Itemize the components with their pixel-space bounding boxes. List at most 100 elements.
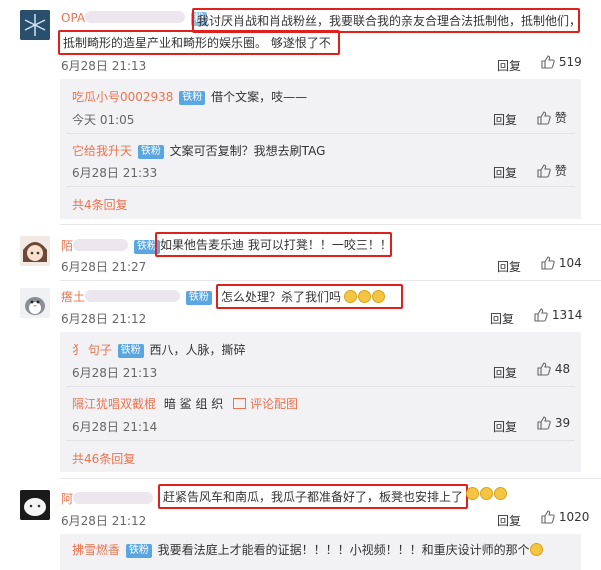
divider: [66, 440, 575, 441]
divider: [60, 280, 601, 281]
like-count: 39: [554, 416, 571, 430]
more-replies-link[interactable]: 共4条回复: [72, 196, 128, 213]
like-button[interactable]: 赞: [537, 109, 567, 126]
comment-text: 赶紧告风车和南瓜，我瓜子都准备好了，板凳也安排上了: [163, 490, 464, 504]
like-button[interactable]: 48: [537, 362, 570, 376]
highlight-box: 如果他告麦乐迪 我可以打凳！！一咬三！！: [155, 232, 392, 257]
reply-item: 拂雪燃香 铁粉 我要看法庭上才能看的证据！！！！小视频！！！和重庆设计师的那个: [72, 541, 544, 558]
divider: [66, 386, 575, 387]
fan-badge[interactable]: 铁粉: [185, 291, 212, 305]
divider: [66, 133, 575, 134]
obscured-name: [73, 492, 154, 504]
reply-time: 6月28日 21:13: [72, 366, 158, 380]
like-count: 赞: [554, 164, 567, 178]
penguin-avatar-icon: [20, 288, 50, 318]
reply-button[interactable]: 回复: [490, 310, 514, 327]
shocked-emoji-icon: [466, 487, 479, 500]
reply-author[interactable]: 犭 句子: [72, 343, 112, 357]
crying-emoji-icon: [344, 290, 358, 303]
comment-text: 抵制畸形的造星产业和畸形的娱乐圈。 够遂恨了不: [63, 36, 331, 50]
cat-avatar-icon: [20, 490, 50, 520]
snowflake-avatar-icon: [20, 10, 50, 40]
divider: [60, 224, 601, 225]
avatar[interactable]: [20, 236, 50, 266]
thumbs-up-icon: [541, 256, 555, 270]
thumbs-up-icon: [537, 416, 551, 430]
thumbs-up-icon: [537, 164, 551, 178]
image-icon: [233, 398, 247, 409]
comment-author[interactable]: 陌: [61, 239, 73, 253]
thumbs-up-icon: [537, 362, 551, 376]
reply-button[interactable]: 回复: [497, 258, 521, 275]
reply-time: 6月28日 21:14: [72, 420, 158, 434]
more-replies-link[interactable]: 共46条回复: [72, 450, 135, 467]
like-count: 519: [558, 55, 582, 69]
like-button[interactable]: 519: [541, 55, 582, 69]
fan-badge[interactable]: 铁粉: [125, 544, 152, 558]
shocked-emoji-icon: [480, 487, 493, 500]
emoji-group: [466, 487, 508, 501]
fan-badge[interactable]: 铁粉: [117, 344, 144, 358]
anime-avatar-icon: [20, 236, 50, 266]
avatar[interactable]: [20, 10, 50, 40]
comment-time: 6月28日 21:12: [61, 514, 147, 528]
reply-time: 今天 01:05: [72, 113, 135, 127]
thumbs-up-icon: [537, 111, 551, 125]
fan-badge[interactable]: 铁粉: [137, 145, 164, 159]
highlight-box: 怎么处理？杀了我们吗: [216, 284, 403, 309]
reply-time: 6月28日 21:33: [72, 166, 158, 180]
divider: [60, 478, 601, 479]
reply-button[interactable]: 回复: [497, 57, 521, 74]
highlight-box: 抵制畸形的造星产业和畸形的娱乐圈。 够遂恨了不: [58, 30, 340, 55]
reply-author[interactable]: 吃瓜小号0002938: [72, 90, 173, 104]
like-count: 赞: [554, 111, 567, 125]
like-count: 104: [558, 256, 582, 270]
crying-emoji-icon: [358, 290, 372, 303]
shocked-emoji-icon: [529, 543, 543, 556]
like-count: 1314: [551, 308, 583, 322]
comment-author[interactable]: 阿: [61, 492, 73, 506]
fan-badge[interactable]: 铁粉: [179, 91, 206, 105]
reply-text: 西八，人脉，撕碎: [149, 343, 246, 357]
reply-text: 暗 鲨 组 织: [163, 397, 224, 411]
comment-text: 如果他告麦乐迪 我可以打凳！！一咬三！！: [160, 238, 392, 252]
reply-button[interactable]: 回复: [497, 512, 521, 529]
obscured-name: [85, 11, 186, 23]
reply-author[interactable]: 拂雪燃香: [72, 543, 120, 557]
shocked-emoji-icon: [494, 487, 507, 500]
like-count: 1020: [558, 510, 590, 524]
reply-author[interactable]: 它给我升天: [72, 144, 132, 158]
reply-text: 借个文案，吱——: [211, 90, 308, 104]
reply-button[interactable]: 回复: [493, 364, 517, 381]
avatar[interactable]: [20, 288, 50, 318]
like-button[interactable]: 104: [541, 256, 582, 270]
thumbs-up-icon: [541, 55, 555, 69]
comment-time: 6月28日 21:13: [61, 59, 147, 73]
highlight-box: 赶紧告风车和南瓜，我瓜子都准备好了，板凳也安排上了: [158, 484, 468, 509]
reply-author[interactable]: 隔江犹唱双截棍: [72, 397, 156, 411]
thumbs-up-icon: [541, 510, 555, 524]
comment-author[interactable]: 瘩土: [61, 290, 85, 304]
crying-emoji-icon: [372, 290, 386, 303]
thumbs-up-icon: [534, 308, 548, 322]
reply-text: 我要看法庭上才能看的证据！！！！小视频！！！和重庆设计师的那个: [157, 543, 530, 557]
reply-text: 文案可否复制？我想去刷TAG: [169, 144, 326, 158]
view-image-link[interactable]: 评论配图: [250, 397, 298, 411]
comment-time: 6月28日 21:27: [61, 260, 147, 274]
reply-button[interactable]: 回复: [493, 111, 517, 128]
like-button[interactable]: 1020: [541, 510, 589, 524]
obscured-name: [73, 239, 129, 251]
reply-button[interactable]: 回复: [493, 164, 517, 181]
like-count: 48: [554, 362, 571, 376]
reply-button[interactable]: 回复: [493, 418, 517, 435]
like-button[interactable]: 1314: [534, 308, 582, 322]
divider: [66, 186, 575, 187]
comment-text: 我讨厌肖战和肖战粉丝，我要联合我的亲友合理合法抵制他，抵制他们，: [197, 14, 582, 28]
avatar[interactable]: [20, 490, 50, 520]
comment-text: 怎么处理？杀了我们吗: [221, 290, 342, 304]
obscured-name: [85, 290, 181, 302]
comment-time: 6月28日 21:12: [61, 312, 147, 326]
like-button[interactable]: 赞: [537, 162, 567, 179]
comment-author[interactable]: OPA: [61, 11, 85, 25]
like-button[interactable]: 39: [537, 416, 570, 430]
